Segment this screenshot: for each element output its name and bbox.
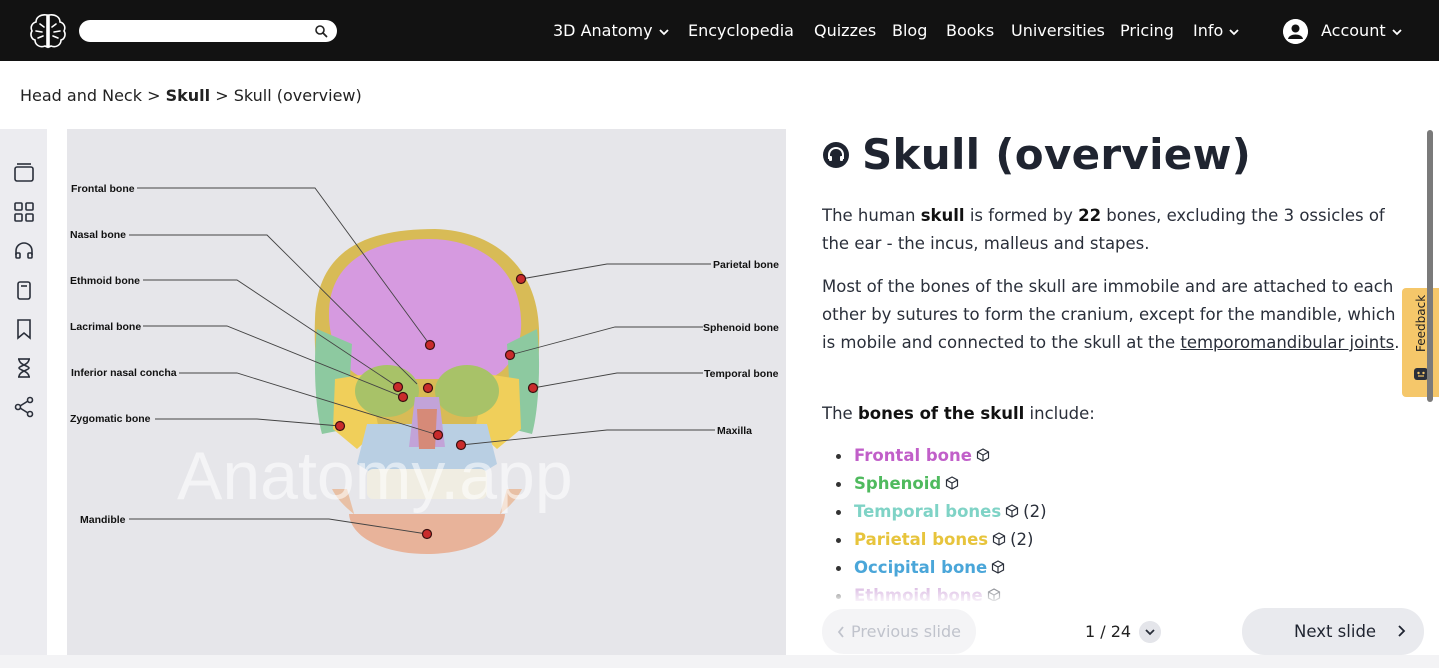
bookmark-icon[interactable] bbox=[13, 318, 35, 340]
nav-encyclopedia[interactable]: Encyclopedia bbox=[688, 19, 794, 43]
hourglass-icon[interactable] bbox=[13, 357, 35, 379]
bone-link[interactable]: Parietal bones bbox=[854, 530, 988, 549]
label-mandible[interactable]: Mandible bbox=[80, 514, 126, 526]
nav-books[interactable]: Books bbox=[946, 19, 994, 43]
top-navbar: 3D Anatomy Encyclopedia Quizzes Blog Boo… bbox=[0, 0, 1439, 61]
label-temporal-bone[interactable]: Temporal bone bbox=[704, 368, 779, 380]
skull-illustration: Anatomy.app Frontal bone Nasal bone Ethm… bbox=[70, 183, 779, 554]
search-input[interactable] bbox=[89, 22, 299, 40]
bone-count: (2) bbox=[1010, 530, 1034, 549]
user-avatar-icon[interactable] bbox=[1283, 19, 1308, 44]
next-slide-label: Next slide bbox=[1294, 622, 1377, 641]
feedback-tab[interactable]: Feedback bbox=[1402, 288, 1439, 397]
chevron-right-icon bbox=[1398, 625, 1406, 637]
label-inferior-nasal-concha[interactable]: Inferior nasal concha bbox=[71, 367, 177, 379]
content-scrollbar[interactable] bbox=[1427, 130, 1433, 402]
previous-slide-button[interactable]: Previous slide bbox=[822, 609, 976, 654]
label-sphenoid-bone[interactable]: Sphenoid bone bbox=[703, 322, 779, 334]
temporomandibular-joints-link[interactable]: temporomandibular joints bbox=[1180, 333, 1394, 352]
brain-logo-icon[interactable] bbox=[28, 12, 68, 50]
page-title: Skull (overview) bbox=[862, 130, 1252, 179]
cube-3d-icon[interactable] bbox=[976, 448, 990, 462]
breadcrumb-separator: > bbox=[215, 86, 229, 105]
label-zygomatic-bone[interactable]: Zygomatic bone bbox=[70, 413, 151, 425]
clipboard-icon[interactable] bbox=[13, 279, 35, 301]
label-frontal-bone[interactable]: Frontal bone bbox=[71, 183, 135, 195]
bone-list-item: Sphenoid bbox=[836, 470, 1047, 498]
nav-pricing[interactable]: Pricing bbox=[1120, 19, 1174, 43]
grid-icon[interactable] bbox=[13, 201, 35, 223]
label-nasal-bone[interactable]: Nasal bone bbox=[70, 229, 126, 241]
nav-info[interactable]: Info bbox=[1193, 19, 1239, 43]
bottom-strip bbox=[0, 655, 1439, 668]
breadcrumb-separator: > bbox=[147, 86, 161, 105]
slide-counter: 1 / 24 bbox=[1085, 622, 1132, 641]
nav-blog[interactable]: Blog bbox=[892, 19, 927, 43]
chevron-down-icon bbox=[658, 28, 669, 35]
account-menu[interactable]: Account bbox=[1321, 19, 1402, 43]
headphones-icon[interactable] bbox=[13, 240, 35, 262]
bone-link[interactable]: Frontal bone bbox=[854, 446, 972, 465]
next-slide-button[interactable]: Next slide bbox=[1242, 608, 1424, 655]
bone-link[interactable]: Sphenoid bbox=[854, 474, 941, 493]
nav-label: Info bbox=[1193, 21, 1224, 40]
search-bar[interactable] bbox=[79, 20, 337, 42]
bone-list-item: Frontal bone bbox=[836, 442, 1047, 470]
label-ethmoid-bone[interactable]: Ethmoid bone bbox=[70, 275, 140, 287]
share-icon[interactable] bbox=[13, 396, 35, 418]
chevron-left-icon bbox=[837, 626, 844, 638]
article-content: Skull (overview) The human skull is form… bbox=[822, 129, 1412, 601]
nav-quizzes[interactable]: Quizzes bbox=[814, 19, 876, 43]
nav-label: 3D Anatomy bbox=[553, 21, 653, 40]
slide-select-chevron-icon[interactable] bbox=[1139, 621, 1161, 643]
bone-list-item: Temporal bones (2) bbox=[836, 498, 1047, 526]
nav-universities[interactable]: Universities bbox=[1011, 19, 1105, 43]
slides-icon[interactable] bbox=[13, 162, 35, 184]
breadcrumb-current: Skull (overview) bbox=[233, 86, 362, 105]
search-icon[interactable] bbox=[314, 24, 328, 38]
label-parietal-bone[interactable]: Parietal bone bbox=[713, 259, 779, 271]
cube-3d-icon[interactable] bbox=[1005, 504, 1019, 518]
tool-sidebar bbox=[0, 129, 47, 655]
headphones-audio-icon[interactable] bbox=[822, 141, 850, 169]
intro-paragraph: The human skull is formed by 22 bones, e… bbox=[822, 206, 1385, 253]
breadcrumb: Head and Neck > Skull > Skull (overview) bbox=[20, 85, 362, 107]
bone-count: (2) bbox=[1023, 502, 1047, 521]
breadcrumb-skull[interactable]: Skull bbox=[166, 86, 211, 105]
chevron-down-icon bbox=[1229, 28, 1239, 35]
cube-3d-icon[interactable] bbox=[992, 532, 1006, 546]
label-maxilla[interactable]: Maxilla bbox=[717, 425, 752, 437]
account-label: Account bbox=[1321, 21, 1386, 40]
cube-3d-icon[interactable] bbox=[945, 476, 959, 490]
bone-link[interactable]: Temporal bones bbox=[854, 502, 1001, 521]
breadcrumb-head-and-neck[interactable]: Head and Neck bbox=[20, 86, 142, 105]
skull-illustration-panel[interactable]: Anatomy.app Frontal bone Nasal bone Ethm… bbox=[67, 129, 786, 655]
sutures-paragraph: Most of the bones of the skull are immob… bbox=[822, 277, 1400, 352]
label-lacrimal-bone[interactable]: Lacrimal bone bbox=[70, 321, 141, 333]
cube-3d-icon[interactable] bbox=[991, 560, 1005, 574]
bone-list-item: Parietal bones (2) bbox=[836, 526, 1047, 554]
previous-slide-label: Previous slide bbox=[851, 622, 961, 641]
feedback-label: Feedback bbox=[1414, 294, 1428, 352]
bones-intro-paragraph: The bones of the skull include: bbox=[822, 404, 1095, 423]
watermark: Anatomy.app bbox=[177, 438, 573, 514]
nav-3d-anatomy[interactable]: 3D Anatomy bbox=[553, 19, 669, 43]
chevron-down-icon bbox=[1391, 28, 1402, 35]
